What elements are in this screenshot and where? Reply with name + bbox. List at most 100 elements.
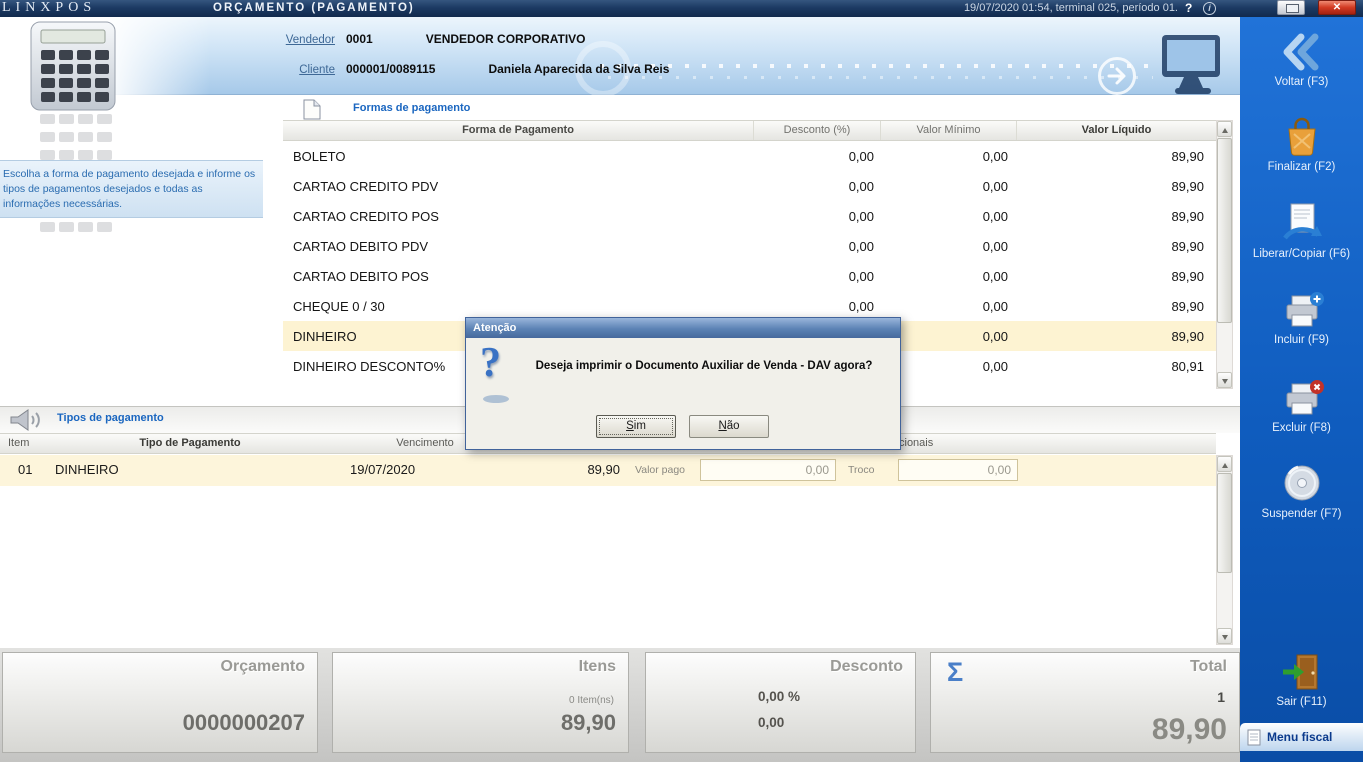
col-forma: Forma de Pagamento [462,124,574,136]
excluir-label: Excluir (F8) [1272,422,1331,434]
payment-type-row[interactable]: 01 DINHEIRO 19/07/2020 89,90 Valor pago … [0,455,1216,486]
printer-add-icon [1286,292,1324,327]
instructions-text: Escolha a forma de pagamento desejada e … [0,160,263,218]
back-chevrons-icon [1283,33,1318,71]
page-title: ORÇAMENTO (PAGAMENTO) [213,2,415,14]
total-label: Total [1189,658,1227,675]
desconto-percent: 0,00 % [758,689,801,704]
scroll-down-icon[interactable] [1217,628,1232,644]
total-count: 1 [1217,689,1225,705]
incluir-button[interactable]: Incluir (F9) [1240,289,1363,346]
row-minimo: 0,00 [982,208,1008,224]
panel-desconto: Desconto 0,00 % 0,00 [645,652,916,753]
minimize-button[interactable] [1277,0,1305,15]
row-desconto: 0,00 [848,268,874,284]
liberar-copiar-label: Liberar/Copiar (F6) [1252,248,1351,260]
troco-label: Troco [848,464,875,476]
cliente-code: 000001/0089115 [346,62,436,76]
row-desconto: 0,00 [848,238,874,254]
finalizar-button[interactable]: Finalizar (F2) [1240,114,1363,173]
row-name: BOLETO [293,148,346,164]
payment-form-row[interactable]: BOLETO 0,00 0,00 89,90 [283,141,1216,171]
scroll-up-icon[interactable] [1217,456,1232,472]
liberar-copiar-button[interactable]: Liberar/Copiar (F6) [1240,201,1363,260]
app-logo: LINXPOS [2,0,97,15]
summary-bar: Orçamento 0000000207 Itens 0 Item(ns) 89… [0,648,1240,762]
row-desconto: 0,00 [848,298,874,314]
row-desconto: 0,00 [848,178,874,194]
payment-form-row[interactable]: CARTAO CREDITO PDV 0,00 0,00 89,90 [283,171,1216,201]
itens-label: Itens [578,658,616,675]
section-title-formas: Formas de pagamento [353,102,471,114]
row-name: CHEQUE 0 / 30 [293,298,385,314]
suspender-button[interactable]: Suspender (F7) [1240,463,1363,520]
sair-label: Sair (F11) [1276,696,1327,708]
cliente-label[interactable]: Cliente [283,64,335,76]
scroll-down-icon[interactable] [1217,372,1232,388]
panel-total: Σ Total 1 89,90 [930,652,1240,753]
sair-button[interactable]: Sair (F11) [1240,651,1363,708]
vendedor-name: VENDEDOR CORPORATIVO [425,32,586,46]
orcamento-number: 0000000207 [182,710,305,735]
orcamento-label: Orçamento [220,658,305,675]
sigma-icon: Σ [947,657,964,687]
valor-pago-label: Valor pago [635,464,686,476]
sim-button[interactable]: Sim [596,415,676,438]
dialog-message: Deseja imprimir o Documento Auxiliar de … [535,360,873,372]
finalizar-label: Finalizar (F2) [1267,161,1336,173]
row-liquido: 89,90 [1171,148,1204,164]
print-dav-dialog: Atenção ? Deseja imprimir o Documento Au… [465,317,901,450]
linxpos-window: LINXPOS ORÇAMENTO (PAGAMENTO) 19/07/2020… [0,0,1363,762]
row-desconto: 0,00 [848,148,874,164]
help-icon[interactable]: ? [1185,1,1192,15]
copy-document-icon [1282,203,1322,240]
row-name: CARTAO DEBITO POS [293,268,429,284]
row-liquido: 89,90 [1171,238,1204,254]
row-item: 01 [18,462,33,477]
close-button[interactable]: ✕ [1318,0,1356,15]
row-liquido: 89,90 [1171,268,1204,284]
session-status: 19/07/2020 01:54, terminal 025, período … [963,2,1178,14]
incluir-label: Incluir (F9) [1274,334,1329,346]
col-item: Item [8,437,30,449]
valor-pago-input[interactable] [700,459,836,481]
row-liquido: 89,90 [1171,298,1204,314]
voltar-button[interactable]: Voltar (F3) [1240,31,1363,88]
monitor-icon [1158,33,1230,102]
row-name: CARTAO DEBITO PDV [293,238,429,254]
row-minimo: 0,00 [982,298,1008,314]
title-bar: LINXPOS ORÇAMENTO (PAGAMENTO) 19/07/2020… [0,0,1363,17]
scrollbar-thumb[interactable] [1217,138,1232,323]
payment-types-scrollbar[interactable] [1216,455,1233,645]
exit-door-icon [1282,654,1317,690]
payment-form-row[interactable]: CARTAO DEBITO POS 0,00 0,00 89,90 [283,261,1216,291]
payment-form-row[interactable]: CARTAO CREDITO POS 0,00 0,00 89,90 [283,201,1216,231]
dialog-title-bar[interactable]: Atenção [466,318,900,338]
menu-fiscal-button[interactable]: Menu fiscal [1240,723,1363,751]
shopping-bag-icon [1287,117,1316,156]
itens-value: 89,90 [560,710,616,735]
section-title-tipos: Tipos de pagamento [57,412,164,424]
nao-button[interactable]: Não [689,415,769,438]
payment-forms-header: Forma de Pagamento Desconto (%) Valor Mí… [283,120,1216,141]
payment-form-row[interactable]: CARTAO DEBITO PDV 0,00 0,00 89,90 [283,231,1216,261]
col-valor-minimo: Valor Mínimo [880,121,1016,140]
excluir-button[interactable]: Excluir (F8) [1240,377,1363,434]
printer-delete-icon [1286,380,1324,415]
info-icon[interactable]: i [1203,2,1216,15]
col-valor-liquido: Valor Líquido [1016,121,1216,140]
vendedor-label[interactable]: Vendedor [283,34,335,46]
scroll-up-icon[interactable] [1217,121,1232,137]
scrollbar-thumb[interactable] [1217,473,1232,573]
receipt-icon [1247,729,1261,745]
row-desconto: 0,00 [848,208,874,224]
row-liquido: 89,90 [1171,328,1204,344]
row-name: CARTAO CREDITO PDV [293,178,439,194]
row-vencimento: 19/07/2020 [350,462,416,477]
total-value: 89,90 [1151,713,1227,746]
row-liquido: 89,90 [1171,178,1204,194]
payment-forms-scrollbar[interactable] [1216,120,1233,389]
row-minimo: 0,00 [982,148,1008,164]
col-adicionais-fragment: cionais [899,437,934,449]
troco-input[interactable] [898,459,1018,481]
